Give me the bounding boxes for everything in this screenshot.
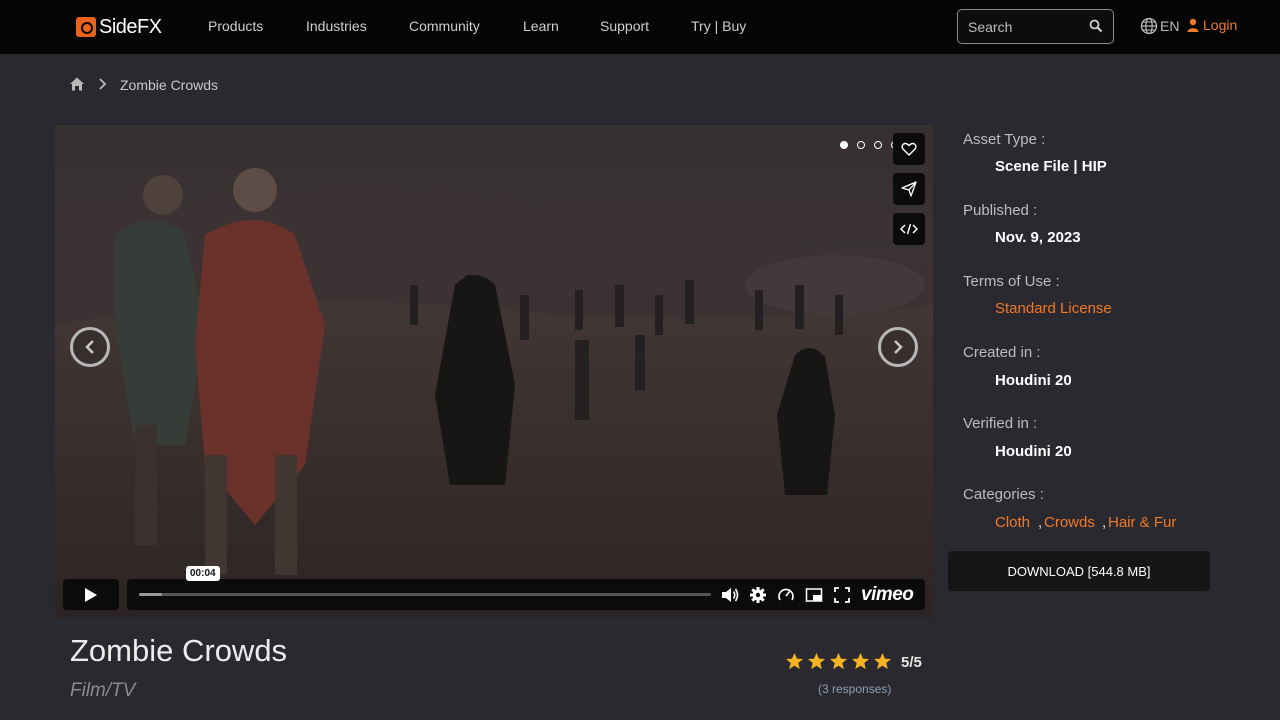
paper-plane-icon — [901, 181, 917, 197]
language-selector[interactable]: EN — [1140, 17, 1179, 35]
speed-icon[interactable] — [777, 586, 795, 604]
breadcrumb-current: Zombie Crowds — [120, 77, 219, 93]
user-icon — [1187, 18, 1199, 32]
chevron-right-icon — [99, 78, 107, 90]
chevron-left-icon — [85, 340, 94, 354]
star-rating[interactable] — [785, 652, 892, 671]
rating-score: 5/5 — [901, 654, 922, 671]
sidefx-logo[interactable]: SideFX — [76, 16, 162, 38]
nav-try-buy[interactable]: Try | Buy — [691, 18, 746, 34]
published-value: Nov. 9, 2023 — [995, 229, 1081, 246]
login-link[interactable]: Login — [1187, 17, 1237, 33]
login-label: Login — [1203, 17, 1238, 33]
play-icon — [85, 587, 97, 602]
picture-in-picture-icon[interactable] — [805, 586, 823, 604]
rating-responses-link[interactable]: (3 responses) — [818, 682, 891, 696]
created-in-value: Houdini 20 — [995, 372, 1072, 389]
category-separator: , — [1038, 514, 1043, 531]
carousel-dot[interactable] — [874, 141, 882, 149]
terms-link[interactable]: Standard License — [995, 300, 1112, 317]
code-icon — [900, 223, 918, 235]
heart-icon — [901, 142, 917, 156]
progress-fill — [139, 593, 162, 596]
houdini-logo-icon — [76, 17, 96, 37]
star-icon[interactable] — [807, 652, 826, 671]
nav-learn[interactable]: Learn — [523, 18, 559, 34]
terms-label: Terms of Use : — [963, 273, 1060, 290]
globe-icon — [1140, 17, 1158, 35]
nav-community[interactable]: Community — [409, 18, 480, 34]
star-icon[interactable] — [829, 652, 848, 671]
video-controls: 00:04 vimeo — [63, 566, 925, 611]
carousel-dot[interactable] — [840, 141, 848, 149]
next-slide-button[interactable] — [878, 327, 918, 367]
fullscreen-icon[interactable] — [833, 586, 851, 604]
logo-text: SideFX — [99, 15, 162, 38]
nav-support[interactable]: Support — [600, 18, 649, 34]
published-label: Published : — [963, 202, 1038, 219]
current-time: 00:04 — [186, 566, 220, 581]
star-icon[interactable] — [873, 652, 892, 671]
asset-title: Zombie Crowds — [70, 633, 288, 668]
play-button[interactable] — [63, 579, 119, 610]
vimeo-logo[interactable]: vimeo — [861, 584, 914, 606]
progress-bar[interactable] — [139, 593, 711, 596]
settings-gear-icon[interactable] — [749, 586, 767, 604]
video-frame-image — [55, 125, 933, 618]
volume-icon[interactable] — [721, 586, 739, 604]
language-label: EN — [1160, 18, 1180, 34]
categories-label: Categories : — [963, 486, 1044, 503]
carousel-dots — [840, 141, 899, 149]
video-player[interactable]: 00:04 vimeo — [55, 125, 933, 618]
star-icon[interactable] — [785, 652, 804, 671]
asset-type-value: Scene File | HIP — [995, 158, 1107, 175]
search-input[interactable] — [968, 18, 1088, 36]
category-link-hair-fur[interactable]: Hair & Fur — [1108, 514, 1176, 531]
carousel-dot[interactable] — [857, 141, 865, 149]
asset-industry: Film/TV — [70, 680, 136, 701]
created-in-label: Created in : — [963, 344, 1041, 361]
asset-type-label: Asset Type : — [963, 131, 1046, 148]
like-button[interactable] — [893, 133, 925, 165]
verified-in-value: Houdini 20 — [995, 443, 1072, 460]
embed-button[interactable] — [893, 213, 925, 245]
verified-in-label: Verified in : — [963, 415, 1038, 432]
download-button[interactable]: DOWNLOAD [544.8 MB] — [948, 551, 1210, 591]
chevron-right-icon — [894, 340, 903, 354]
nav-industries[interactable]: Industries — [306, 18, 367, 34]
previous-slide-button[interactable] — [70, 327, 110, 367]
category-link-cloth[interactable]: Cloth — [995, 514, 1030, 531]
share-button[interactable] — [893, 173, 925, 205]
home-icon[interactable] — [69, 76, 85, 92]
search-box — [957, 9, 1114, 44]
control-bar: 00:04 vimeo — [127, 566, 925, 610]
nav-products[interactable]: Products — [208, 18, 263, 34]
search-icon[interactable] — [1089, 19, 1103, 33]
category-link-crowds[interactable]: Crowds — [1044, 514, 1095, 531]
top-navigation: SideFX Products Industries Community Lea… — [0, 0, 1280, 54]
star-icon[interactable] — [851, 652, 870, 671]
category-separator: , — [1102, 514, 1107, 531]
